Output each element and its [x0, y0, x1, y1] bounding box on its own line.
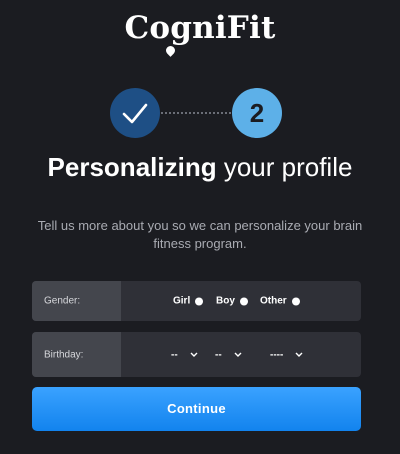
- year-value: ----: [270, 349, 284, 360]
- gender-option-label: Other: [260, 295, 287, 307]
- continue-button[interactable]: Continue: [32, 387, 361, 431]
- logo-text: CogniFit: [124, 10, 276, 46]
- progress-steps: 2: [0, 88, 400, 138]
- gender-option-label: Girl: [173, 295, 191, 307]
- step-2-active: 2: [232, 88, 282, 138]
- birthday-row: Birthday: -- -- ----: [32, 332, 361, 377]
- day-select[interactable]: --: [171, 349, 198, 360]
- radio-girl[interactable]: [195, 297, 204, 305]
- title-strong: Personalizing: [47, 152, 217, 182]
- gender-option-boy[interactable]: Boy: [216, 296, 248, 307]
- check-icon: [122, 103, 148, 124]
- gender-option-other[interactable]: Other: [260, 296, 300, 307]
- step-1-completed: [110, 88, 160, 138]
- birthday-selects: -- -- ----: [121, 332, 361, 377]
- month-value: --: [215, 349, 222, 360]
- page-subtitle: Tell us more about you so we can persona…: [37, 218, 363, 251]
- month-select[interactable]: --: [215, 349, 242, 360]
- gender-row: Gender: Girl Boy Other: [32, 281, 361, 321]
- gender-option-girl[interactable]: Girl: [173, 295, 204, 307]
- gender-label-cell: Gender:: [32, 281, 121, 321]
- chevron-down-icon: [190, 352, 198, 357]
- gender-options: Girl Boy Other: [121, 281, 361, 321]
- birthday-label: Birthday:: [44, 349, 84, 360]
- chevron-down-icon: [295, 352, 303, 357]
- radio-boy[interactable]: [239, 297, 248, 305]
- gender-option-label: Boy: [216, 295, 235, 307]
- page-title: Personalizing your profile: [0, 152, 400, 183]
- cognifit-logo: CogniFit: [0, 10, 400, 57]
- logo-pin-icon: [164, 44, 177, 57]
- day-value: --: [171, 349, 178, 360]
- title-light: your profile: [216, 152, 353, 182]
- chevron-down-icon: [234, 352, 242, 357]
- year-select[interactable]: ----: [270, 349, 303, 360]
- birthday-label-cell: Birthday:: [32, 332, 121, 377]
- step-connector: [161, 112, 231, 114]
- signup-page: CogniFit 2 Personalizing your profile Te…: [0, 0, 400, 454]
- gender-label: Gender:: [44, 295, 81, 307]
- radio-other[interactable]: [291, 297, 300, 305]
